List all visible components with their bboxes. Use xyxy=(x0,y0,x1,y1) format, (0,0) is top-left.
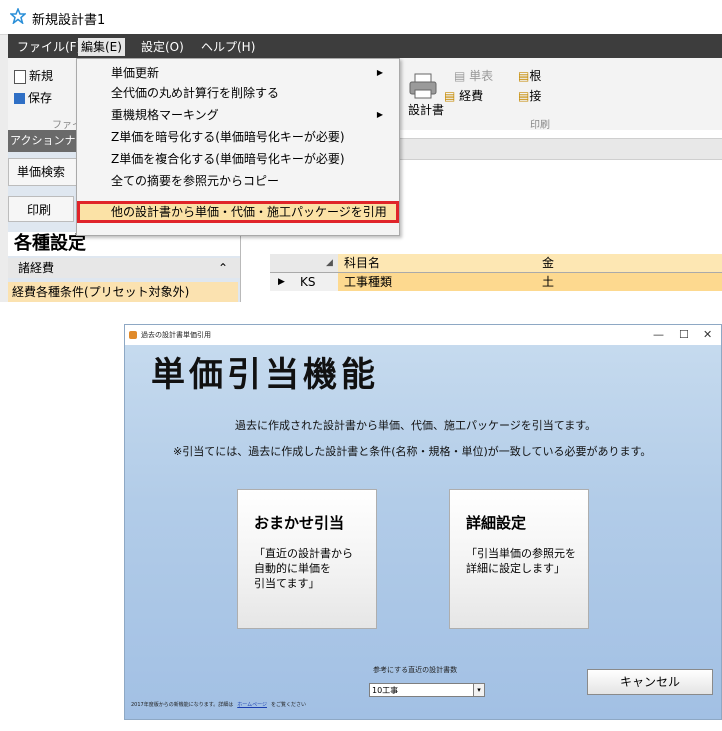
expense-icon: ▤ xyxy=(444,89,456,103)
ext-print-button[interactable]: ▤接 xyxy=(518,88,541,104)
cancel-button[interactable]: キャンセル xyxy=(587,669,713,695)
menu-item-import-from-other-doc[interactable]: 他の設計書から単価・代価・施工パッケージを引用 xyxy=(77,201,399,223)
data-grid: ◢ 科目名 金 ▶ KS 工事種類 土 xyxy=(270,254,722,302)
auto-assign-button[interactable]: おまかせ引当 「直近の設計書から 自動的に単価を 引当てます」 xyxy=(237,489,377,629)
ext-icon: ▤ xyxy=(518,89,530,103)
new-button[interactable]: 新規 xyxy=(14,68,53,84)
unit-table-print-button[interactable]: ▤ 単表 xyxy=(454,68,493,84)
submenu-arrow-icon: ▶ xyxy=(376,68,383,77)
printer-icon xyxy=(409,73,437,99)
app-star-icon xyxy=(10,8,26,24)
save-disk-icon xyxy=(14,93,25,104)
dialog-title: 過去の設計書単価引用 xyxy=(141,331,211,339)
misc-expenses-label: 諸経費 xyxy=(18,261,55,275)
menu-item-decrypt-z-price[interactable]: Z単価を複合化する(単価暗号化キーが必要) xyxy=(111,149,345,169)
ribbon-group-print: 印刷 xyxy=(530,120,550,131)
detail-settings-button[interactable]: 詳細設定 「引当単価の参照元を 詳細に設定します」 xyxy=(449,489,589,629)
dropdown-arrow-icon[interactable]: ▾ xyxy=(473,684,484,696)
col-subject-header[interactable]: 科目名 xyxy=(344,254,380,272)
detail-settings-title: 詳細設定 xyxy=(466,514,527,532)
dialog-app-icon xyxy=(129,331,137,339)
misc-expenses-section[interactable]: 諸経費 ⌃ xyxy=(8,258,244,278)
dialog-title-bar: 過去の設計書単価引用 — ☐ ✕ xyxy=(125,325,721,345)
window-title: 新規設計書1 xyxy=(32,13,106,28)
sort-triangle-icon: ◢ xyxy=(326,258,333,268)
dialog-subtitle-2: ※引当てには、過去に作成した設計書と条件(名称・規格・単位)が一致している必要が… xyxy=(173,445,652,458)
title-bar: 新規設計書1 xyxy=(0,0,722,35)
unit-search-button[interactable]: 単価検索 xyxy=(8,158,84,186)
row-code: KS xyxy=(300,275,316,289)
edit-menu-dropdown: 単価更新 ▶ 全代価の丸め計算行を削除する 重機規格マーキング ▶ Z単価を暗号… xyxy=(76,58,400,236)
menu-file[interactable]: ファイル(F) xyxy=(14,38,84,56)
separator xyxy=(0,304,722,324)
main-window: 新規設計書1 ファイル(F) 編集(E) 設定(O) ヘルプ(H) 新規 保存 … xyxy=(0,0,722,302)
new-document-icon xyxy=(14,69,26,84)
detail-settings-description: 「引当単価の参照元を 詳細に設定します」 xyxy=(466,547,576,575)
footer-note: 2017年度版からの新機能になります。詳細は ホームページ をご覧ください xyxy=(131,702,307,708)
dialog-subtitle-1: 過去に作成された設計書から単価、代価、施工パッケージを引当てます。 xyxy=(235,419,597,432)
print-button[interactable]: 印刷 xyxy=(8,196,74,222)
dialog-heading: 単価引当機能 xyxy=(151,355,379,395)
expense-conditions-item[interactable]: 経費各種条件(プリセット対象外) xyxy=(8,282,238,302)
close-icon[interactable]: ✕ xyxy=(703,327,712,343)
menu-item-heavy-equipment-marking[interactable]: 重機規格マーキング ▶ xyxy=(111,105,391,125)
auto-assign-description: 「直近の設計書から 自動的に単価を 引当てます」 xyxy=(254,547,353,590)
col-partial-header[interactable]: 金 xyxy=(542,254,554,272)
unit-table-icon: ▤ xyxy=(454,69,466,83)
homepage-link[interactable]: ホームページ xyxy=(237,702,267,708)
root-icon: ▤ xyxy=(518,69,530,83)
unit-price-dialog: 過去の設計書単価引用 — ☐ ✕ 単価引当機能 過去に作成された設計書から単価、… xyxy=(124,324,722,720)
auto-assign-title: おまかせ引当 xyxy=(254,514,345,532)
menu-settings[interactable]: 設定(O) xyxy=(138,38,187,56)
menu-item-encrypt-z-price[interactable]: Z単価を暗号化する(単価暗号化キーが必要) xyxy=(111,127,345,147)
maximize-icon[interactable]: ☐ xyxy=(679,327,689,343)
row-pointer-icon: ▶ xyxy=(278,277,285,287)
reference-count-select[interactable]: 10工事 ▾ xyxy=(369,683,485,697)
menu-edit[interactable]: 編集(E) xyxy=(78,38,125,56)
menu-help[interactable]: ヘルプ(H) xyxy=(198,38,258,56)
menu-item-copy-all-summaries[interactable]: 全ての摘要を参照元からコピー xyxy=(111,171,279,191)
save-button[interactable]: 保存 xyxy=(14,90,52,106)
menu-item-update-unit-price[interactable]: 単価更新 ▶ xyxy=(111,63,391,83)
row-name-cell[interactable]: 工事種類 xyxy=(344,273,392,291)
menu-bar: ファイル(F) 編集(E) 設定(O) ヘルプ(H) xyxy=(8,34,722,58)
expense-print-button[interactable]: ▤ 経費 xyxy=(444,88,483,104)
minimize-icon[interactable]: — xyxy=(653,327,664,343)
root-print-button[interactable]: ▤根 xyxy=(518,68,541,84)
submenu-arrow-icon: ▶ xyxy=(376,110,383,119)
chevron-up-icon[interactable]: ⌃ xyxy=(218,258,228,278)
menu-item-delete-rounding-rows[interactable]: 全代価の丸め計算行を削除する xyxy=(111,83,279,103)
reference-count-label: 参考にする直近の設計書数 xyxy=(373,666,458,674)
design-doc-print-button[interactable]: 設計書 xyxy=(408,102,444,118)
reference-count-value: 10工事 xyxy=(372,686,399,695)
row-partial-cell[interactable]: 土 xyxy=(542,273,554,291)
